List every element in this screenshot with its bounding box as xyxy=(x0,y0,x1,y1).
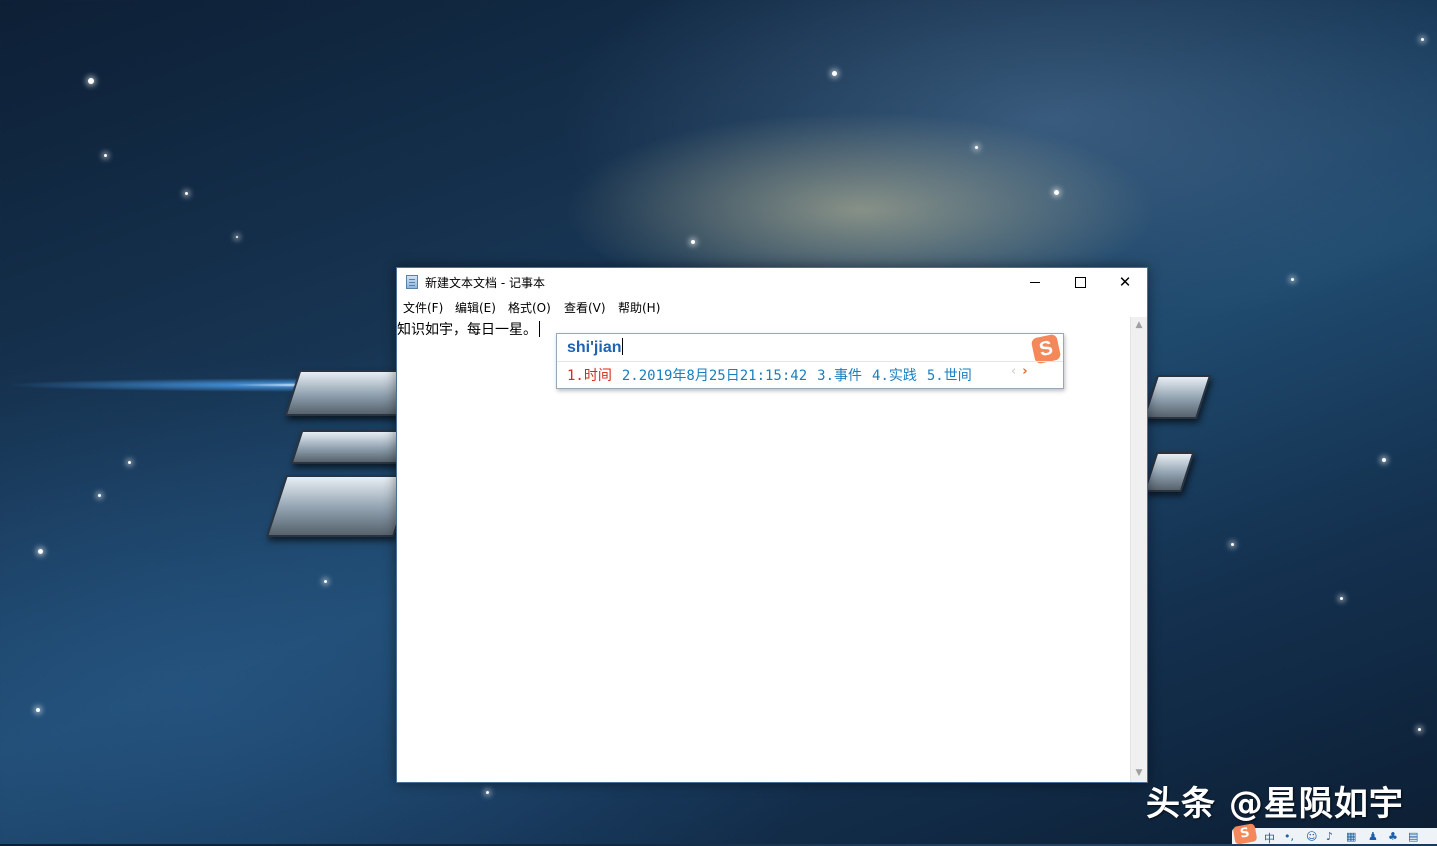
minimize-icon xyxy=(1030,282,1040,283)
ime-divider xyxy=(557,361,1063,362)
star xyxy=(1231,543,1234,546)
close-icon: ✕ xyxy=(1118,273,1132,291)
wallpaper-logo-piece xyxy=(1142,375,1212,419)
star xyxy=(324,580,327,583)
star xyxy=(1291,278,1294,281)
menu-view[interactable]: 查看(V) xyxy=(564,299,606,316)
window-title: 新建文本文档 - 记事本 xyxy=(425,276,545,290)
star xyxy=(1418,728,1421,731)
star xyxy=(975,146,978,149)
candidate-pager: ‹ › xyxy=(1011,364,1028,379)
notepad-icon xyxy=(406,275,418,289)
title-bar[interactable]: 新建文本文档 - 记事本 ✕ xyxy=(397,268,1147,297)
star xyxy=(832,71,837,76)
star xyxy=(98,494,101,497)
editor-content: 知识如宇，每日一星。 xyxy=(397,319,540,339)
star xyxy=(128,461,131,464)
skin-icon[interactable]: ♣ xyxy=(1388,830,1398,843)
star xyxy=(36,708,40,712)
star xyxy=(1054,190,1059,195)
star xyxy=(104,154,107,157)
wallpaper-logo-piece xyxy=(1143,452,1195,492)
star xyxy=(1382,458,1386,462)
star xyxy=(486,791,489,794)
menu-format[interactable]: 格式(O) xyxy=(508,299,551,316)
prev-page-icon[interactable]: ‹ xyxy=(1011,364,1016,379)
menu-bar: 文件(F) 编辑(E) 格式(O) 查看(V) 帮助(H) xyxy=(397,297,1147,317)
text-caret xyxy=(539,321,540,337)
wallpaper-logo-piece xyxy=(265,475,415,537)
ime-candidate-window: shi'jian S 1.时间 2.2019年8月25日21:15:42 3.事件 4… xyxy=(556,333,1064,389)
next-page-icon[interactable]: › xyxy=(1022,364,1027,379)
emoji-icon[interactable]: ☺ xyxy=(1306,830,1317,843)
candidate-3[interactable]: 3.事件 xyxy=(817,365,862,385)
maximize-icon xyxy=(1074,277,1086,288)
sogou-logo-icon: S xyxy=(1030,333,1062,365)
star xyxy=(1421,38,1424,41)
star xyxy=(236,236,238,238)
star xyxy=(88,78,94,84)
star xyxy=(1340,597,1343,600)
ime-status-bar[interactable]: S 中 •, ☺ ♪ ▦ ♟ ♣ ▤ xyxy=(1232,823,1437,845)
menu-help[interactable]: 帮助(H) xyxy=(618,299,660,316)
user-icon[interactable]: ♟ xyxy=(1368,830,1378,843)
candidate-2[interactable]: 2.2019年8月25日21:15:42 xyxy=(622,365,807,385)
close-button[interactable]: ✕ xyxy=(1102,268,1148,297)
menu-file[interactable]: 文件(F) xyxy=(403,299,443,316)
sogou-status-icon[interactable]: S xyxy=(1232,823,1258,845)
candidate-1[interactable]: 1.时间 xyxy=(567,365,612,385)
star xyxy=(691,240,695,244)
scroll-up-icon[interactable]: ▲ xyxy=(1131,317,1147,334)
wallpaper-logo-piece xyxy=(290,430,410,464)
vertical-scrollbar[interactable]: ▲ ▼ xyxy=(1130,317,1147,782)
wallpaper-logo-piece xyxy=(284,370,414,416)
punctuation-icon[interactable]: •, xyxy=(1284,830,1294,843)
minimize-button[interactable] xyxy=(1012,268,1058,297)
scroll-down-icon[interactable]: ▼ xyxy=(1131,765,1147,782)
toolbox-icon[interactable]: ▤ xyxy=(1408,830,1418,843)
menu-edit[interactable]: 编辑(E) xyxy=(455,299,496,316)
candidate-list: 1.时间 2.2019年8月25日21:15:42 3.事件 4.实践 5.世间 xyxy=(567,365,982,385)
maximize-button[interactable] xyxy=(1057,268,1103,297)
keyboard-icon[interactable]: ▦ xyxy=(1346,830,1356,843)
ime-caret xyxy=(622,338,624,355)
star xyxy=(38,549,43,554)
watermark: 头条 @星陨如宇 xyxy=(1146,784,1404,824)
star xyxy=(185,192,188,195)
ime-composition: shi'jian xyxy=(567,338,624,356)
candidate-5[interactable]: 5.世间 xyxy=(927,365,972,385)
candidate-4[interactable]: 4.实践 xyxy=(872,365,917,385)
voice-icon[interactable]: ♪ xyxy=(1326,830,1333,843)
